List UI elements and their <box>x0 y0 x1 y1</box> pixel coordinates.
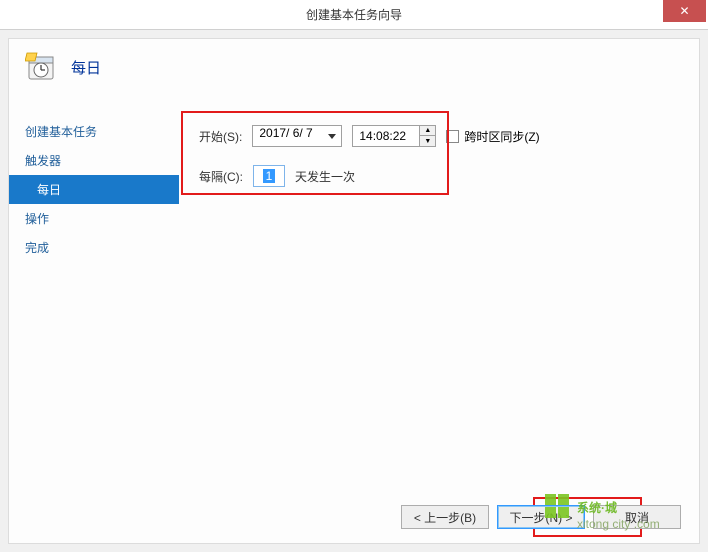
sidebar-item-create-task[interactable]: 创建基本任务 <box>9 117 179 146</box>
watermark-text-url: xitong city .com <box>577 517 660 531</box>
wizard-header: 每日 <box>9 39 699 103</box>
start-time-value: 14:08:22 <box>353 129 419 143</box>
recur-days-input[interactable]: 1 <box>253 165 285 187</box>
wizard-sidebar: 创建基本任务 触发器 每日 操作 完成 <box>9 117 179 493</box>
recur-suffix: 天发生一次 <box>295 168 355 185</box>
window-title: 创建基本任务向导 <box>0 6 708 23</box>
recur-row: 每隔(C): 1 天发生一次 <box>199 165 679 187</box>
sidebar-item-action[interactable]: 操作 <box>9 204 179 233</box>
time-spinner-up[interactable]: ▲ <box>420 126 435 136</box>
titlebar: 创建基本任务向导 ✕ <box>0 0 708 30</box>
close-icon: ✕ <box>679 4 689 18</box>
close-button[interactable]: ✕ <box>663 0 706 22</box>
window-body: 每日 创建基本任务 触发器 每日 操作 完成 开始(S): 2017/ 6/ 7 <box>0 30 708 552</box>
start-date-picker[interactable]: 2017/ 6/ 7 <box>252 125 342 147</box>
sidebar-item-trigger[interactable]: 触发器 <box>9 146 179 175</box>
start-date-value: 2017/ 6/ 7 <box>259 126 312 140</box>
recur-label: 每隔(C): <box>199 168 243 185</box>
sync-timezone-label: 跨时区同步(Z) <box>464 128 539 145</box>
start-row: 开始(S): 2017/ 6/ 7 14:08:22 ▲ ▼ 跨时区同步(Z) <box>199 125 679 147</box>
start-time-spinner[interactable]: 14:08:22 ▲ ▼ <box>352 125 436 147</box>
sidebar-item-daily[interactable]: 每日 <box>9 175 179 204</box>
time-spinner-buttons: ▲ ▼ <box>419 126 435 146</box>
content-area: 创建基本任务 触发器 每日 操作 完成 开始(S): 2017/ 6/ 7 14… <box>9 117 699 493</box>
watermark-text-main: 系统·城 <box>577 500 617 515</box>
back-button[interactable]: < 上一步(B) <box>401 505 489 529</box>
wizard-panel: 每日 创建基本任务 触发器 每日 操作 完成 开始(S): 2017/ 6/ 7 <box>8 38 700 544</box>
start-label: 开始(S): <box>199 128 242 145</box>
time-spinner-down[interactable]: ▼ <box>420 136 435 146</box>
form-panel: 开始(S): 2017/ 6/ 7 14:08:22 ▲ ▼ 跨时区同步(Z) <box>179 117 699 493</box>
recur-days-value: 1 <box>263 169 276 183</box>
task-scheduler-icon <box>25 51 57 83</box>
sync-timezone-checkbox[interactable]: 跨时区同步(Z) <box>446 128 539 145</box>
wizard-step-title: 每日 <box>71 57 101 78</box>
checkbox-icon <box>446 130 459 143</box>
watermark-logo: 系统·城 xitong city .com <box>541 490 691 537</box>
sidebar-item-finish[interactable]: 完成 <box>9 233 179 262</box>
